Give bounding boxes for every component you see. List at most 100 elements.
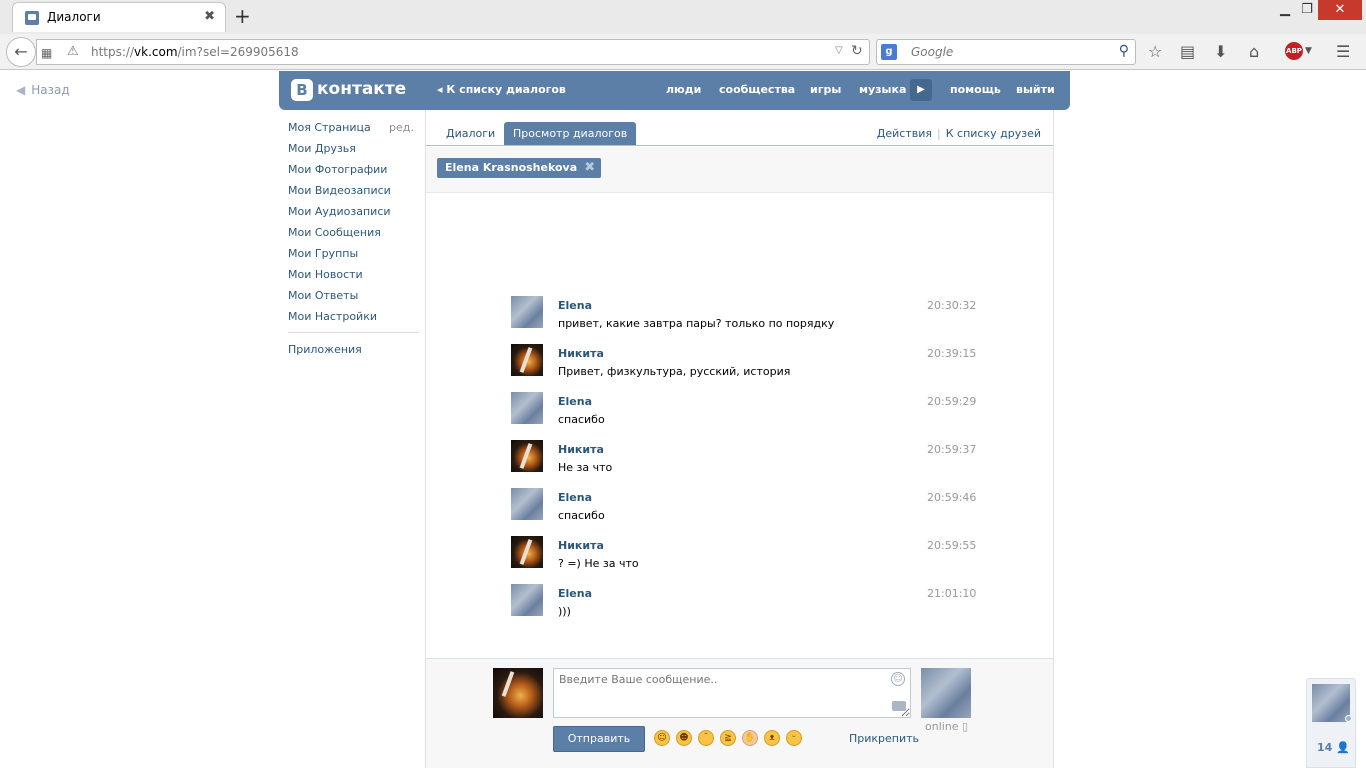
- vk-logo-icon: В: [291, 79, 313, 101]
- reading-list-icon[interactable]: ▤: [1180, 42, 1195, 61]
- message-item: Elena привет, какие завтра пары? только …: [511, 296, 976, 344]
- kiss-emoji-icon[interactable]: ᵕ: [786, 730, 802, 746]
- tab-view-dialogs[interactable]: Просмотр диалогов: [504, 122, 637, 145]
- url-text[interactable]: https://vk.com/im?sel=269905618: [91, 45, 299, 59]
- remove-recipient-icon[interactable]: ✖: [584, 158, 595, 178]
- download-icon[interactable]: ⬇: [1214, 42, 1227, 61]
- sidebar-item-messages[interactable]: Мои Сообщения: [288, 225, 418, 246]
- my-avatar[interactable]: [493, 668, 543, 718]
- url-prefix: https://: [91, 45, 135, 59]
- close-tab-icon[interactable]: ✖: [204, 9, 215, 24]
- sidebar-item-apps[interactable]: Приложения: [288, 342, 418, 363]
- send-button[interactable]: Отправить: [553, 726, 645, 752]
- edit-link[interactable]: ред.: [389, 120, 414, 135]
- url-dropdown-icon[interactable]: ▽: [835, 45, 843, 56]
- menu-icon[interactable]: ☰: [1336, 42, 1350, 61]
- vk-header: В контакте ◂ К списку диалогов люди сооб…: [279, 71, 1070, 110]
- message-author[interactable]: Никита: [558, 347, 604, 360]
- nav-music[interactable]: музыка: [859, 83, 906, 96]
- new-tab-button[interactable]: +: [234, 4, 251, 28]
- nav-games[interactable]: игры: [810, 83, 841, 96]
- actions-link[interactable]: Действия: [877, 127, 932, 140]
- message-time: 20:59:46: [927, 491, 977, 504]
- home-icon[interactable]: ⌂: [1249, 42, 1259, 61]
- url-bar[interactable]: ▦ ⚠ https://vk.com/im?sel=269905618 ▽ ↻: [36, 39, 870, 65]
- close-window-button[interactable]: ✕: [1318, 0, 1362, 20]
- message-author[interactable]: Elena: [558, 395, 592, 408]
- nav-help[interactable]: помощь: [950, 83, 1001, 96]
- thumbs-up-icon[interactable]: ✋: [742, 730, 758, 746]
- browser-tab[interactable]: Диалоги ✖: [12, 2, 226, 32]
- message-composer: ☺ online ▯ Отправить ☺ ☻ ˘ ≧ ✋ ᴥ ᵕ Прикр…: [426, 658, 1053, 768]
- nav-communities[interactable]: сообщества: [719, 83, 795, 96]
- message-time: 20:39:15: [927, 347, 977, 360]
- avatar[interactable]: [511, 440, 543, 472]
- avatar[interactable]: [511, 584, 543, 616]
- sidebar-item-groups[interactable]: Мои Группы: [288, 246, 418, 267]
- message-author[interactable]: Никита: [558, 539, 604, 552]
- sidebar-item-news[interactable]: Мои Новости: [288, 267, 418, 288]
- nav-logout[interactable]: выйти: [1016, 83, 1055, 96]
- back-arrow-icon: ◀: [16, 83, 26, 97]
- back-link[interactable]: ◀ Назад: [16, 83, 70, 97]
- sidebar-item-photos[interactable]: Мои Фотографии: [288, 162, 418, 183]
- adblock-icon[interactable]: ABP: [1285, 42, 1303, 60]
- maximize-button[interactable]: ❐: [1293, 0, 1321, 20]
- message-author[interactable]: Elena: [558, 587, 592, 600]
- tongue-emoji-icon[interactable]: ᴥ: [764, 730, 780, 746]
- sidebar-item-audio[interactable]: Мои Аудиозаписи: [288, 204, 418, 225]
- recipient-area: Elena Krasnoshekova ✖: [426, 147, 1053, 193]
- friends-list-link[interactable]: К списку друзей: [946, 127, 1041, 140]
- warning-icon[interactable]: ⚠: [67, 44, 79, 59]
- avatar[interactable]: [511, 392, 543, 424]
- avatar[interactable]: [511, 344, 543, 376]
- message-author[interactable]: Никита: [558, 443, 604, 456]
- sidebar-item-videos[interactable]: Мои Видеозаписи: [288, 183, 418, 204]
- search-box[interactable]: g Google ⚲: [876, 39, 1136, 65]
- message-text: привет, какие завтра пары? только по пор…: [558, 317, 835, 330]
- sidebar-item-friends[interactable]: Мои Друзья: [288, 141, 418, 162]
- smile-emoji-icon[interactable]: ☺: [654, 730, 670, 746]
- message-time: 20:30:32: [927, 299, 977, 312]
- avatar[interactable]: [511, 488, 543, 520]
- reload-icon[interactable]: ↻: [851, 43, 863, 59]
- calm-emoji-icon[interactable]: ˘: [698, 730, 714, 746]
- grin-emoji-icon[interactable]: ☻: [676, 730, 692, 746]
- google-engine-icon[interactable]: g: [881, 44, 897, 60]
- message-author[interactable]: Elena: [558, 299, 592, 312]
- adblock-dropdown-icon[interactable]: ▼: [1305, 46, 1312, 56]
- page-grid-icon[interactable]: ▦: [41, 46, 52, 60]
- message-author[interactable]: Elena: [558, 491, 592, 504]
- message-item: Никита Привет, физкультура, русский, ист…: [511, 344, 976, 392]
- message-text: спасибо: [558, 509, 605, 522]
- message-item: Elena спасибо 20:59:29: [511, 392, 976, 440]
- attach-link[interactable]: Прикрепить: [849, 732, 919, 745]
- laugh-emoji-icon[interactable]: ≧: [720, 730, 736, 746]
- sidebar-item-answers[interactable]: Мои Ответы: [288, 288, 418, 309]
- back-label: Назад: [31, 83, 70, 97]
- online-dot-icon: [1345, 715, 1352, 722]
- play-icon[interactable]: ▶: [910, 79, 932, 101]
- bookmark-star-icon[interactable]: ☆: [1148, 42, 1162, 61]
- sidebar-item-settings[interactable]: Мои Настройки: [288, 309, 418, 330]
- tab-actions: Действия | К списку друзей: [877, 127, 1041, 140]
- browser-back-icon[interactable]: ←: [6, 37, 36, 67]
- recipient-chip[interactable]: Elena Krasnoshekova ✖: [437, 158, 602, 178]
- nav-people[interactable]: люди: [666, 83, 701, 96]
- search-input[interactable]: Google: [911, 45, 953, 59]
- smile-icon[interactable]: ☺: [891, 672, 905, 686]
- friends-online-count[interactable]: 14 👤: [1317, 741, 1350, 754]
- peer-avatar[interactable]: [921, 668, 971, 718]
- message-input[interactable]: [553, 668, 911, 718]
- tab-dialogs[interactable]: Диалоги: [437, 122, 504, 145]
- avatar[interactable]: [511, 536, 543, 568]
- dialog-panel: Диалоги Просмотр диалогов Действия | К спи…: [425, 110, 1054, 768]
- camera-icon[interactable]: [892, 701, 906, 711]
- vk-logo[interactable]: В контакте: [291, 79, 406, 101]
- sidebar-item-my-page[interactable]: Моя Страница ред.: [288, 120, 418, 141]
- message-time: 20:59:29: [927, 395, 977, 408]
- back-to-dialogs-link[interactable]: ◂ К списку диалогов: [437, 83, 566, 96]
- friends-online-widget[interactable]: 14 👤: [1306, 678, 1356, 768]
- search-icon[interactable]: ⚲: [1119, 43, 1129, 59]
- avatar[interactable]: [511, 296, 543, 328]
